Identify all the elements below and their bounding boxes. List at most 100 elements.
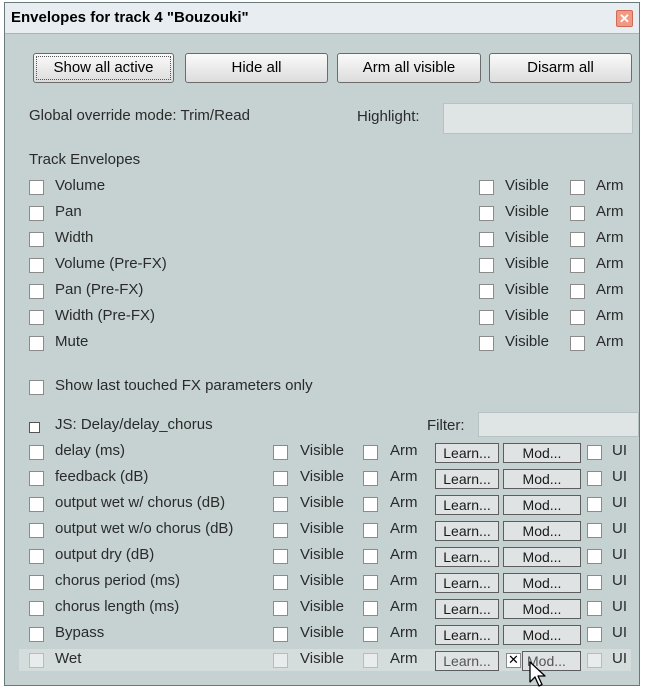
param-checkbox[interactable] bbox=[29, 549, 44, 564]
param-checkbox[interactable] bbox=[29, 523, 44, 538]
envelope-checkbox[interactable] bbox=[29, 232, 44, 247]
ui-checkbox[interactable] bbox=[587, 471, 602, 486]
param-visible-checkbox[interactable] bbox=[273, 627, 288, 642]
arm-checkbox[interactable] bbox=[570, 232, 585, 247]
ui-checkbox[interactable] bbox=[587, 653, 602, 668]
envelope-label: Pan bbox=[55, 203, 82, 220]
param-checkbox[interactable] bbox=[29, 575, 44, 590]
mod-button[interactable]: Mod... bbox=[503, 521, 581, 541]
param-visible-checkbox[interactable] bbox=[273, 575, 288, 590]
ui-checkbox[interactable] bbox=[587, 601, 602, 616]
arm-checkbox[interactable] bbox=[570, 180, 585, 195]
mod-button[interactable]: Mod... bbox=[503, 547, 581, 567]
visible-checkbox[interactable] bbox=[479, 206, 494, 221]
param-checkbox[interactable] bbox=[29, 445, 44, 460]
envelope-label: Width bbox=[55, 229, 94, 246]
param-arm-checkbox[interactable] bbox=[363, 445, 378, 460]
param-visible-checkbox[interactable] bbox=[273, 523, 288, 538]
filter-label: Filter: bbox=[427, 417, 465, 434]
ui-checkbox[interactable] bbox=[587, 523, 602, 538]
learn-button[interactable]: Learn... bbox=[435, 547, 499, 567]
visible-checkbox[interactable] bbox=[479, 232, 494, 247]
param-arm-checkbox[interactable] bbox=[363, 471, 378, 486]
param-arm-checkbox[interactable] bbox=[363, 497, 378, 512]
param-checkbox[interactable] bbox=[29, 471, 44, 486]
visible-checkbox[interactable] bbox=[479, 258, 494, 273]
envelope-checkbox[interactable] bbox=[29, 336, 44, 351]
param-visible-label: Visible bbox=[300, 520, 344, 537]
param-visible-checkbox[interactable] bbox=[273, 601, 288, 616]
show-all-active-button[interactable]: Show all active bbox=[33, 53, 174, 83]
param-visible-checkbox[interactable] bbox=[273, 653, 288, 668]
visible-checkbox[interactable] bbox=[479, 284, 494, 299]
ui-checkbox[interactable] bbox=[587, 497, 602, 512]
param-checkbox[interactable] bbox=[29, 497, 44, 512]
visible-checkbox[interactable] bbox=[479, 310, 494, 325]
arm-all-visible-button[interactable]: Arm all visible bbox=[337, 53, 481, 83]
envelope-checkbox[interactable] bbox=[29, 206, 44, 221]
arm-label: Arm bbox=[596, 177, 624, 194]
disarm-all-button[interactable]: Disarm all bbox=[489, 53, 632, 83]
highlight-field[interactable] bbox=[443, 103, 633, 134]
collapse-plugin-icon[interactable] bbox=[29, 422, 40, 433]
ui-checkbox[interactable] bbox=[587, 549, 602, 564]
track-envelopes-heading: Track Envelopes bbox=[29, 151, 141, 168]
param-arm-checkbox[interactable] bbox=[363, 653, 378, 668]
learn-button[interactable]: Learn... bbox=[435, 651, 499, 671]
arm-checkbox[interactable] bbox=[570, 206, 585, 221]
arm-checkbox[interactable] bbox=[570, 284, 585, 299]
param-arm-checkbox[interactable] bbox=[363, 601, 378, 616]
learn-button[interactable]: Learn... bbox=[435, 495, 499, 515]
visible-checkbox[interactable] bbox=[479, 180, 494, 195]
ui-label: UI bbox=[612, 442, 627, 459]
mod-button[interactable]: Mod... bbox=[503, 469, 581, 489]
param-visible-checkbox[interactable] bbox=[273, 445, 288, 460]
hide-all-button[interactable]: Hide all bbox=[185, 53, 328, 83]
param-arm-label: Arm bbox=[390, 442, 418, 459]
visible-checkbox[interactable] bbox=[479, 336, 494, 351]
param-arm-checkbox[interactable] bbox=[363, 549, 378, 564]
param-arm-checkbox[interactable] bbox=[363, 575, 378, 590]
mod-button[interactable]: Mod... bbox=[503, 625, 581, 645]
param-visible-label: Visible bbox=[300, 598, 344, 615]
show-last-touched-label: Show last touched FX parameters only bbox=[55, 377, 313, 394]
param-visible-checkbox[interactable] bbox=[273, 549, 288, 564]
envelope-checkbox[interactable] bbox=[29, 310, 44, 325]
mod-button[interactable]: Mod... bbox=[503, 599, 581, 619]
param-arm-checkbox[interactable] bbox=[363, 523, 378, 538]
learn-button[interactable]: Learn... bbox=[435, 443, 499, 463]
learn-button[interactable]: Learn... bbox=[435, 469, 499, 489]
close-icon[interactable]: ✕ bbox=[616, 10, 633, 27]
envelope-checkbox[interactable] bbox=[29, 180, 44, 195]
param-checkbox[interactable] bbox=[29, 627, 44, 642]
show-last-touched-checkbox[interactable] bbox=[29, 380, 44, 395]
learn-button[interactable]: Learn... bbox=[435, 625, 499, 645]
mod-button[interactable]: Mod... bbox=[503, 573, 581, 593]
param-arm-label: Arm bbox=[390, 468, 418, 485]
mod-checked-icon[interactable] bbox=[506, 652, 521, 668]
mod-button[interactable]: Mod... bbox=[503, 495, 581, 515]
arm-checkbox[interactable] bbox=[570, 258, 585, 273]
param-visible-checkbox[interactable] bbox=[273, 471, 288, 486]
envelope-checkbox[interactable] bbox=[29, 258, 44, 273]
arm-checkbox[interactable] bbox=[570, 336, 585, 351]
param-checkbox[interactable] bbox=[29, 653, 44, 668]
ui-checkbox[interactable] bbox=[587, 575, 602, 590]
title-bar[interactable]: Envelopes for track 4 "Bouzouki" ✕ bbox=[5, 3, 639, 34]
arm-checkbox[interactable] bbox=[570, 310, 585, 325]
param-checkbox[interactable] bbox=[29, 601, 44, 616]
arm-label: Arm bbox=[596, 255, 624, 272]
filter-field[interactable] bbox=[478, 412, 639, 437]
visible-label: Visible bbox=[505, 203, 549, 220]
learn-button[interactable]: Learn... bbox=[435, 599, 499, 619]
learn-button[interactable]: Learn... bbox=[435, 521, 499, 541]
mod-button[interactable]: Mod... bbox=[503, 443, 581, 463]
param-label: Bypass bbox=[55, 624, 105, 641]
learn-button[interactable]: Learn... bbox=[435, 573, 499, 593]
param-visible-checkbox[interactable] bbox=[273, 497, 288, 512]
ui-checkbox[interactable] bbox=[587, 627, 602, 642]
param-arm-checkbox[interactable] bbox=[363, 627, 378, 642]
ui-label: UI bbox=[612, 650, 627, 667]
ui-checkbox[interactable] bbox=[587, 445, 602, 460]
envelope-checkbox[interactable] bbox=[29, 284, 44, 299]
